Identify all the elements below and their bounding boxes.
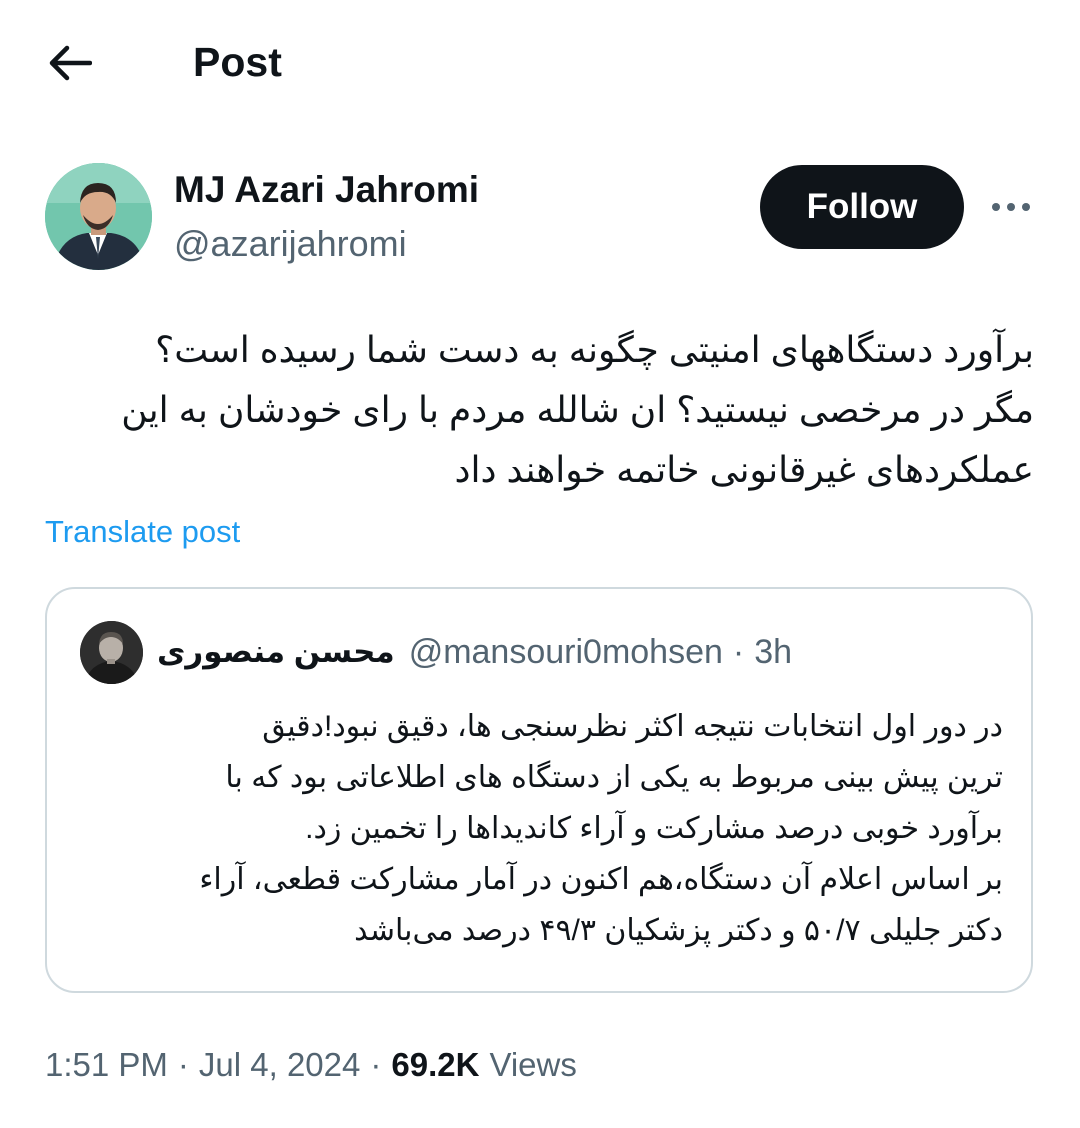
- post-time[interactable]: 1:51 PM: [45, 1043, 168, 1087]
- quoted-author-handle[interactable]: @mansouri0mohsen: [409, 633, 723, 672]
- quoted-post[interactable]: محسن منصوری @mansouri0mohsen · 3h در دور…: [45, 587, 1033, 993]
- post-date[interactable]: Jul 4, 2024: [199, 1043, 360, 1087]
- back-button[interactable]: [40, 38, 100, 88]
- quoted-post-header: محسن منصوری @mansouri0mohsen · 3h: [80, 619, 792, 685]
- translate-post-link[interactable]: Translate post: [45, 512, 240, 552]
- author-avatar[interactable]: [45, 163, 152, 270]
- quoted-author-avatar[interactable]: [80, 620, 143, 684]
- separator-dot: ·: [177, 1046, 189, 1083]
- separator-dot: ·: [370, 1046, 382, 1083]
- post-meta: 1:51 PM · Jul 4, 2024 · 69.2K Views: [45, 1043, 577, 1087]
- quoted-author-name[interactable]: محسن منصوری: [157, 634, 395, 670]
- quote-line: بر اساس اعلام آن دستگاه،هم اکنون در آمار…: [199, 863, 1003, 896]
- post-text: برآورد دستگاههای امنیتی چگونه به دست شما…: [44, 320, 1034, 500]
- arrow-left-icon: [49, 45, 92, 81]
- avatar-image: [45, 163, 152, 270]
- page-title: Post: [193, 39, 282, 85]
- avatar-image: [80, 620, 143, 684]
- top-bar: Post: [0, 0, 1080, 125]
- post-line: عملکردهای غیرقانونی خاتمه خواهند داد: [454, 449, 1034, 490]
- post-line: برآورد دستگاههای امنیتی چگونه به دست شما…: [155, 329, 1034, 370]
- quote-line: برآورد خوبی درصد مشارکت و آراء کاندیداها…: [305, 812, 1003, 845]
- follow-button[interactable]: Follow: [760, 165, 964, 249]
- separator-dot: ·: [732, 632, 745, 671]
- author-handle[interactable]: @azarijahromi: [174, 222, 407, 266]
- post-line: مگر در مرخصی نیستید؟ ان شالله مردم با را…: [121, 389, 1034, 430]
- quote-line: دکتر جلیلی ۵۰/۷ و دکتر پزشکیان ۴۹/۳ درصد…: [354, 914, 1003, 947]
- views-count: 69.2K: [391, 1046, 480, 1083]
- quoted-post-text: در دور اول انتخابات نتیجه اکثر نظرسنجی ه…: [77, 701, 1003, 956]
- quote-line: در دور اول انتخابات نتیجه اکثر نظرسنجی ه…: [262, 710, 1003, 743]
- more-horizontal-icon: [992, 203, 1030, 211]
- author-name[interactable]: MJ Azari Jahromi: [174, 168, 479, 212]
- more-options-button[interactable]: [985, 185, 1037, 229]
- views-label: Views: [489, 1046, 577, 1083]
- quoted-post-time[interactable]: 3h: [754, 633, 792, 672]
- quote-line: ترین پیش بینی مربوط به یکی از دستگاه های…: [225, 761, 1003, 794]
